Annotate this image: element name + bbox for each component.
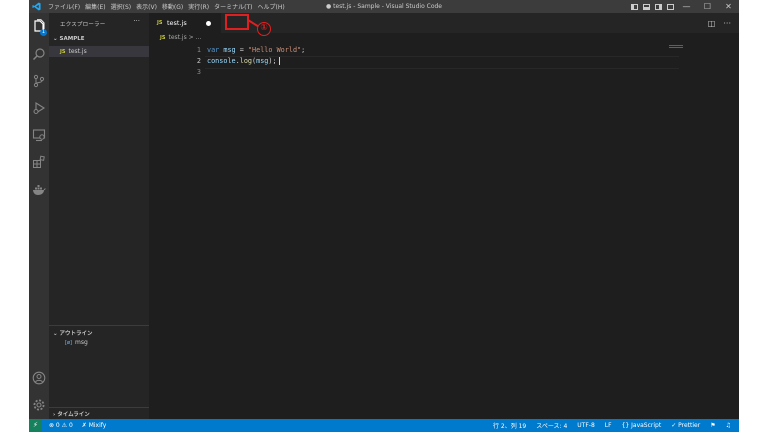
annotation-highlight-box <box>225 14 249 30</box>
outline-section-header[interactable]: ⌄ アウトライン <box>53 329 93 337</box>
feedback-icon[interactable]: ⚑ <box>710 422 715 429</box>
code-token: var <box>207 46 220 54</box>
menu-edit[interactable]: 編集(E) <box>85 2 105 11</box>
extensions-icon[interactable] <box>32 155 46 169</box>
breadcrumb-more[interactable]: ... <box>196 34 202 41</box>
activity-bar: 1 <box>29 13 49 419</box>
indentation[interactable]: スペース: 4 <box>536 421 567 430</box>
code-token: "Hello World" <box>247 46 302 54</box>
code-token: console <box>207 57 236 65</box>
end-of-line[interactable]: LF <box>605 422 612 429</box>
outline-item-msg[interactable]: [ø] msg <box>65 339 88 346</box>
explorer-more-actions-icon[interactable]: ··· <box>133 17 140 25</box>
line-number: 1 <box>196 46 201 54</box>
more-actions-icon[interactable]: ··· <box>723 19 731 28</box>
toggle-sidebar-icon[interactable] <box>628 0 640 13</box>
javascript-file-icon: JS <box>157 20 163 26</box>
annotation-number: ① <box>257 22 271 36</box>
folder-name: SAMPLE <box>59 36 85 42</box>
title-bar: ファイル(F) 編集(E) 選択(S) 表示(V) 移動(G) 実行(R) ター… <box>29 0 739 13</box>
javascript-file-icon: JS <box>160 35 166 41</box>
outline-title: アウトライン <box>59 331 93 337</box>
section-divider <box>49 325 149 326</box>
explorer-sidebar: エクスプローラー ··· ⌄ SAMPLE JS test.js ⌄ アウトライン… <box>49 13 149 419</box>
outline-symbol-name: msg <box>74 339 88 346</box>
code-editor[interactable]: 1 var msg = "Hello World"; 2 console.log(ms… <box>149 45 679 78</box>
folder-section-header[interactable]: ⌄ SAMPLE <box>53 36 85 42</box>
cursor-position[interactable]: 行 2、列 19 <box>493 421 526 430</box>
mixify-status[interactable]: ✗ Mixify <box>82 422 107 429</box>
code-token: msg <box>256 57 269 65</box>
remote-indicator-icon[interactable]: ⚡ <box>29 419 42 432</box>
menu-go[interactable]: 移動(G) <box>162 2 183 11</box>
menu-view[interactable]: 表示(V) <box>136 2 157 11</box>
explorer-title: エクスプローラー <box>60 22 106 28</box>
search-icon[interactable] <box>32 47 46 61</box>
code-token: ); <box>268 57 277 65</box>
toggle-secondary-sidebar-icon[interactable] <box>652 0 664 13</box>
settings-gear-icon[interactable] <box>32 398 46 412</box>
tab-label: test.js <box>167 19 187 27</box>
vscode-logo-icon <box>32 2 41 11</box>
menu-bar: ファイル(F) 編集(E) 選択(S) 表示(V) 移動(G) 実行(R) ター… <box>48 0 290 13</box>
close-button[interactable]: ✕ <box>718 0 739 13</box>
code-token: log <box>239 57 253 65</box>
split-editor-icon[interactable]: ◫ <box>708 19 716 28</box>
text-cursor <box>278 57 280 65</box>
code-line[interactable]: 3 <box>149 67 679 78</box>
docker-icon[interactable] <box>32 183 46 197</box>
code-line[interactable]: 1 var msg = "Hello World"; <box>149 45 679 56</box>
maximize-button[interactable]: ☐ <box>697 0 718 13</box>
vscode-window: ファイル(F) 編集(E) 選択(S) 表示(V) 移動(G) 実行(R) ター… <box>29 0 739 432</box>
timeline-title: タイムライン <box>57 412 90 418</box>
menu-terminal[interactable]: ターミナル(T) <box>214 2 252 11</box>
breadcrumb-separator: > <box>188 34 194 41</box>
breadcrumb: JS test.js > ... <box>149 34 201 41</box>
remote-explorer-icon[interactable] <box>32 128 46 142</box>
source-control-icon[interactable] <box>32 74 46 88</box>
code-token: = <box>235 46 248 54</box>
tab-test-js[interactable]: JS test.js <box>149 13 221 33</box>
accounts-icon[interactable] <box>32 371 46 385</box>
editor-actions: ◫ ··· <box>708 13 739 33</box>
status-bar: ⚡ ⊗ 0 ⚠ 0 ✗ Mixify 行 2、列 19 スペース: 4 UTF-… <box>29 419 739 432</box>
code-token: msg <box>223 46 236 54</box>
code-text[interactable]: console.log(msg); <box>207 56 280 67</box>
file-item-test-js[interactable]: JS test.js <box>49 46 149 57</box>
menu-run[interactable]: 実行(R) <box>188 2 209 11</box>
variable-symbol-icon: [ø] <box>65 340 72 346</box>
code-token: ; <box>301 46 306 54</box>
explorer-badge: 1 <box>40 29 47 36</box>
line-number: 3 <box>196 68 201 76</box>
breadcrumb-file[interactable]: test.js <box>168 34 186 41</box>
run-debug-icon[interactable] <box>32 101 46 115</box>
file-name: test.js <box>68 48 87 55</box>
encoding[interactable]: UTF-8 <box>577 422 595 429</box>
menu-help[interactable]: ヘルプ(H) <box>257 2 284 11</box>
problems-count[interactable]: ⊗ 0 ⚠ 0 <box>49 422 73 429</box>
code-line[interactable]: 2 console.log(msg); <box>149 56 679 69</box>
prettier-status[interactable]: ✓ Prettier <box>671 422 700 429</box>
code-text[interactable]: var msg = "Hello World"; <box>207 45 305 56</box>
toggle-panel-icon[interactable] <box>640 0 652 13</box>
line-number: 2 <box>196 57 201 65</box>
menu-file[interactable]: ファイル(F) <box>48 2 80 11</box>
window-controls: — ☐ ✕ <box>628 0 739 13</box>
minimap[interactable] <box>669 45 729 48</box>
language-mode[interactable]: {} JavaScript <box>622 422 662 429</box>
notifications-bell-icon[interactable]: ♫ <box>726 422 731 429</box>
minimize-button[interactable]: — <box>676 0 697 13</box>
menu-selection[interactable]: 選択(S) <box>111 2 132 11</box>
unsaved-dot-icon[interactable] <box>206 21 211 26</box>
customize-layout-icon[interactable] <box>664 0 676 13</box>
javascript-file-icon: JS <box>60 49 66 55</box>
